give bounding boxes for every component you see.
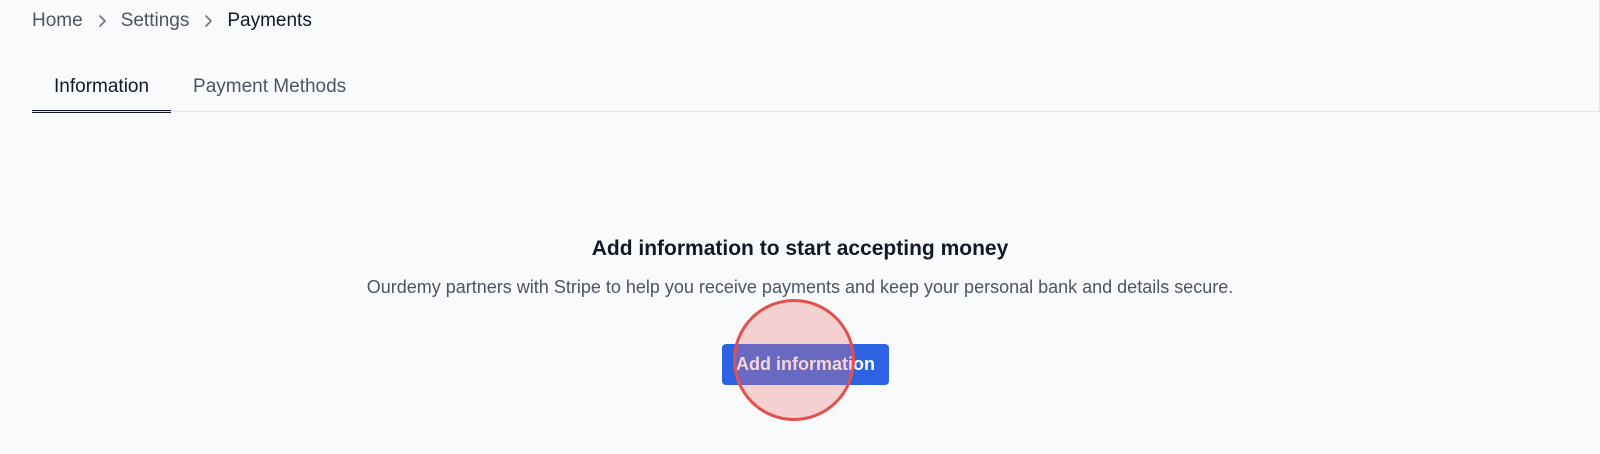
breadcrumb-settings[interactable]: Settings	[121, 10, 190, 32]
tab-payment-methods[interactable]: Payment Methods	[171, 64, 368, 113]
tab-divider	[32, 111, 1600, 112]
chevron-right-icon	[189, 14, 227, 28]
tab-information[interactable]: Information	[32, 64, 172, 113]
empty-state-title: Add information to start accepting money	[591, 237, 1009, 260]
breadcrumb: Home Settings Payments	[32, 8, 312, 34]
chevron-right-icon	[83, 14, 121, 28]
breadcrumb-home[interactable]: Home	[32, 10, 83, 32]
add-information-button[interactable]: Add information	[722, 344, 889, 385]
breadcrumb-payments: Payments	[227, 10, 312, 31]
tab-bar: Information Payment Methods	[32, 64, 368, 113]
empty-state-description: Ourdemy partners with Stripe to help you…	[366, 277, 1234, 297]
empty-state: Add information to start accepting money…	[0, 236, 1600, 298]
